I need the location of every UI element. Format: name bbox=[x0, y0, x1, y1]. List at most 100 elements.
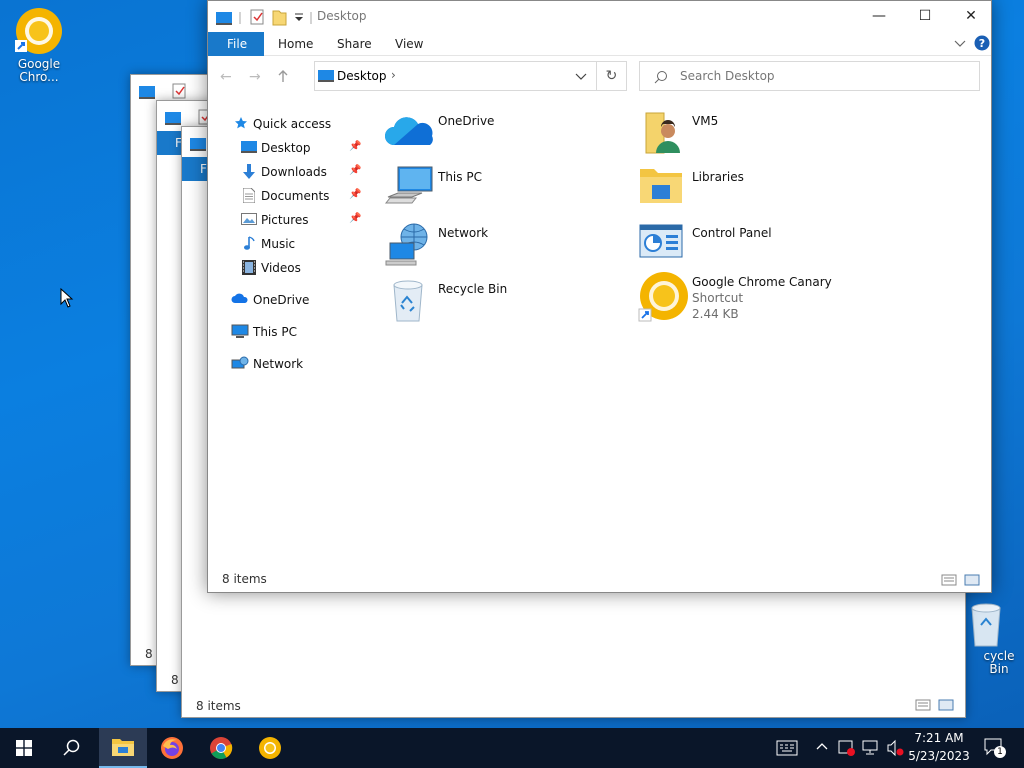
tab-file[interactable]: File bbox=[208, 32, 264, 56]
notification-center-button[interactable]: 1 bbox=[984, 738, 1006, 758]
nav-item-this-pc[interactable]: This PC bbox=[208, 321, 368, 343]
address-bar-row: ← → Desktop › ↻ Search Desktop bbox=[208, 61, 991, 91]
mouse-cursor-icon bbox=[60, 288, 74, 308]
volume-muted-icon[interactable] bbox=[886, 739, 904, 757]
item-chrome-canary[interactable]: Google Chrome Canary Shortcut 2.44 KB bbox=[638, 271, 888, 327]
taskbar: 7:21 AM 5/23/2023 1 bbox=[0, 728, 1024, 768]
show-hidden-icons-icon[interactable] bbox=[816, 742, 828, 750]
item-control-panel[interactable]: Control Panel bbox=[638, 221, 888, 273]
nav-label: Music bbox=[261, 237, 296, 251]
expand-ribbon-icon[interactable] bbox=[954, 40, 966, 48]
search-button[interactable] bbox=[48, 728, 96, 768]
taskbar-file-explorer[interactable] bbox=[99, 728, 147, 768]
chrome-canary-icon bbox=[259, 737, 281, 759]
clock-time[interactable]: 7:21 AM bbox=[908, 731, 970, 745]
item-libraries[interactable]: Libraries bbox=[638, 165, 888, 217]
taskbar-firefox[interactable] bbox=[148, 728, 196, 768]
nav-item-pictures[interactable]: Pictures 📌 bbox=[208, 209, 368, 231]
pin-icon: 📌 bbox=[349, 141, 362, 152]
nav-item-downloads[interactable]: Downloads 📌 bbox=[208, 161, 368, 183]
item-this-pc[interactable]: This PC bbox=[384, 165, 634, 217]
nav-item-desktop[interactable]: Desktop 📌 bbox=[208, 137, 368, 159]
nav-item-network[interactable]: Network bbox=[208, 353, 368, 375]
tab-home[interactable]: Home bbox=[278, 32, 313, 56]
item-name: OneDrive bbox=[438, 114, 495, 128]
item-name: Recycle Bin bbox=[438, 282, 508, 296]
nav-label: Pictures bbox=[261, 213, 309, 227]
address-dropdown-icon[interactable] bbox=[575, 73, 587, 81]
window-titlebar[interactable]: Desktop — ☐ ✕ bbox=[208, 1, 991, 32]
computer-icon bbox=[231, 324, 249, 342]
recycle-bin-icon bbox=[393, 280, 423, 322]
minimize-button[interactable]: — bbox=[856, 1, 902, 31]
view-mode-icons[interactable] bbox=[941, 574, 981, 586]
nav-item-onedrive[interactable]: OneDrive bbox=[208, 289, 368, 311]
firefox-icon bbox=[161, 737, 183, 759]
view-mode-icons[interactable] bbox=[915, 699, 955, 711]
start-button[interactable] bbox=[0, 728, 48, 768]
item-name: VM5 bbox=[692, 114, 719, 128]
refresh-button[interactable]: ↻ bbox=[597, 61, 627, 91]
desktop-icon bbox=[241, 140, 257, 157]
security-alert-icon[interactable] bbox=[838, 739, 856, 757]
desktop-icon-chrome-canary[interactable]: Google Chro... bbox=[1, 6, 77, 84]
recycle-bin-icon bbox=[971, 603, 1001, 647]
pin-icon: 📌 bbox=[349, 165, 362, 176]
star-icon bbox=[234, 116, 248, 133]
tab-view[interactable]: View bbox=[395, 32, 423, 56]
forward-button[interactable]: → bbox=[249, 69, 261, 85]
ribbon-tabs: File Home Share View ? bbox=[208, 32, 991, 56]
quick-access-toolbar[interactable] bbox=[216, 9, 314, 27]
nav-item-music[interactable]: Music bbox=[208, 233, 368, 255]
nav-item-videos[interactable]: Videos bbox=[208, 257, 368, 279]
taskbar-chrome[interactable] bbox=[197, 728, 245, 768]
nav-label: Documents bbox=[261, 189, 330, 203]
chrome-canary-icon bbox=[15, 8, 62, 54]
nav-label: Network bbox=[253, 357, 304, 371]
address-path: Desktop bbox=[337, 69, 387, 83]
video-icon bbox=[242, 260, 256, 278]
item-vm5[interactable]: VM5 bbox=[638, 109, 888, 161]
taskbar-chrome-canary[interactable] bbox=[246, 728, 294, 768]
keyboard-icon[interactable] bbox=[776, 740, 798, 756]
item-recycle-bin[interactable]: Recycle Bin bbox=[384, 277, 634, 329]
desktop-icon bbox=[318, 70, 334, 82]
network-icon bbox=[231, 356, 249, 374]
clock-date[interactable]: 5/23/2023 bbox=[908, 749, 970, 763]
nav-label: OneDrive bbox=[253, 293, 310, 307]
close-button[interactable]: ✕ bbox=[948, 1, 994, 31]
maximize-button[interactable]: ☐ bbox=[902, 1, 948, 31]
network-status-icon[interactable] bbox=[862, 739, 880, 757]
item-network[interactable]: Network bbox=[384, 221, 634, 273]
chrome-canary-icon bbox=[638, 272, 688, 322]
search-placeholder: Search Desktop bbox=[680, 69, 775, 83]
nav-label: This PC bbox=[253, 325, 297, 339]
item-name: This PC bbox=[438, 170, 482, 184]
tab-share[interactable]: Share bbox=[337, 32, 372, 56]
control-panel-icon bbox=[639, 224, 683, 258]
back-button[interactable]: ← bbox=[220, 69, 232, 85]
nav-label: Downloads bbox=[261, 165, 327, 179]
help-icon[interactable]: ? bbox=[974, 35, 990, 51]
up-button[interactable] bbox=[278, 69, 288, 83]
item-name: Control Panel bbox=[692, 226, 772, 240]
nav-item-documents[interactable]: Documents 📌 bbox=[208, 185, 368, 207]
onedrive-icon bbox=[385, 117, 433, 145]
music-icon bbox=[243, 236, 255, 254]
network-icon bbox=[385, 223, 428, 266]
breadcrumb-chevron-icon[interactable]: › bbox=[391, 68, 396, 82]
search-icon bbox=[654, 71, 667, 84]
item-name: Libraries bbox=[692, 170, 744, 184]
nav-label: Quick access bbox=[253, 117, 332, 131]
address-bar[interactable]: Desktop › bbox=[314, 61, 597, 91]
notification-badge: 1 bbox=[994, 746, 1006, 758]
windows-logo-icon bbox=[16, 740, 32, 756]
search-box[interactable]: Search Desktop bbox=[639, 61, 980, 91]
pin-icon: 📌 bbox=[349, 213, 362, 224]
nav-label: Desktop bbox=[261, 141, 311, 155]
nav-item-quick-access[interactable]: Quick access bbox=[208, 113, 368, 135]
item-size: 2.44 KB bbox=[692, 307, 739, 321]
pin-icon: 📌 bbox=[349, 189, 362, 200]
item-onedrive[interactable]: OneDrive bbox=[384, 109, 634, 161]
file-explorer-window[interactable]: Desktop — ☐ ✕ File Home Share View ? ← →… bbox=[207, 0, 992, 593]
